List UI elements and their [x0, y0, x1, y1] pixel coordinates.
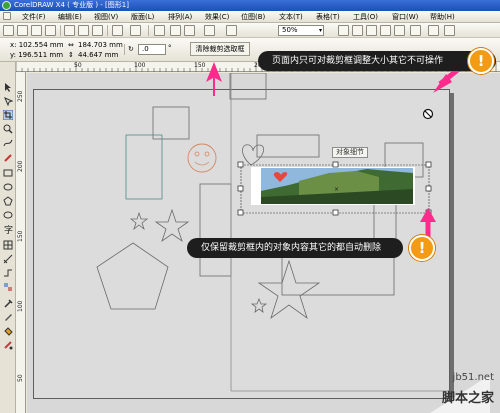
up-arrow-icon: [206, 62, 222, 96]
watermark: jb51.net 脚本之家: [430, 370, 500, 413]
warning-badge-icon: !: [468, 48, 494, 74]
arrow-head-icon: [420, 208, 436, 222]
callout-bottom: 仅保留裁剪框内的对象内容其它的都自动删除: [187, 238, 403, 258]
callout-top: 页面内只可对裁剪框调整大小其它不可操作: [258, 51, 496, 71]
callout-top-text: 页面内只可对裁剪框调整大小其它不可操作: [272, 56, 444, 66]
watermark-name: 脚本之家: [441, 391, 494, 406]
watermark-url: jb51.net: [452, 372, 494, 383]
callout-bottom-text: 仅保留裁剪框内的对象内容其它的都自动删除: [201, 243, 382, 253]
coreldraw-window: CorelDRAW X4 ( 专业版 ) - [图形1] 文件(F) 编辑(E)…: [0, 0, 500, 413]
warning-badge-icon: !: [409, 235, 435, 261]
